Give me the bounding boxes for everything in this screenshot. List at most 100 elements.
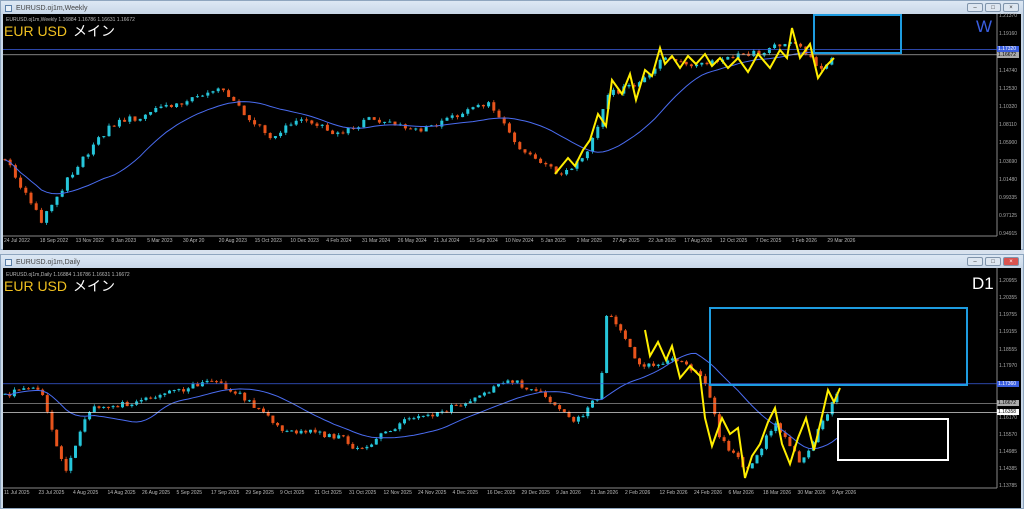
date-axis-label: 4 Feb 2024 — [326, 238, 352, 244]
weekly-symbol-label: EUR USD メイン — [4, 23, 116, 39]
candle-body — [450, 115, 454, 118]
candle-body — [268, 133, 272, 139]
close-button[interactable]: × — [1003, 3, 1019, 12]
date-axis-label: 13 Nov 2022 — [75, 238, 104, 244]
candle-body — [450, 404, 453, 413]
candle-body — [731, 56, 735, 59]
daily-chart[interactable] — [0, 268, 1024, 508]
candle-body — [92, 406, 96, 413]
candle-body — [767, 48, 771, 54]
candle-body — [273, 136, 277, 139]
date-axis-label: 8 Jan 2023 — [111, 238, 137, 244]
candle-body — [492, 102, 496, 111]
candle-body — [55, 429, 59, 447]
weekly-titlebar[interactable]: EURUSD.oj1m,Weekly – □ × — [1, 1, 1023, 15]
candle-body — [182, 389, 186, 392]
candle-body — [280, 425, 284, 431]
candle-body — [627, 84, 631, 87]
minimize-button[interactable]: – — [967, 257, 983, 266]
candle-body — [299, 430, 303, 434]
candle-body — [454, 404, 458, 406]
close-button[interactable]: × — [1003, 257, 1019, 266]
candle-body — [125, 401, 129, 407]
candle-body — [703, 376, 707, 384]
candle-body — [17, 389, 21, 391]
candle-body — [591, 400, 594, 408]
date-axis-label: 21 Jan 2026 — [590, 490, 619, 496]
candle-body — [31, 387, 35, 389]
date-axis-label: 26 Aug 2025 — [142, 490, 171, 496]
candle-body — [507, 123, 511, 133]
date-axis-label: 4 Aug 2025 — [73, 490, 99, 496]
candle-body — [106, 406, 110, 408]
candle-body — [276, 422, 280, 426]
candle-body — [50, 204, 54, 212]
candle-body — [243, 392, 247, 401]
candle-body — [97, 406, 101, 408]
date-axis-label: 10 Dec 2023 — [290, 238, 319, 244]
candle-body — [290, 430, 294, 432]
candle-body — [605, 315, 609, 373]
candle-body — [360, 447, 364, 449]
candle-body — [34, 203, 38, 210]
daily-titlebar[interactable]: EURUSD.oj1m,Daily – □ × — [1, 255, 1023, 269]
candle-body — [558, 405, 562, 410]
price-axis-label: 1.16170 — [999, 414, 1018, 421]
date-axis-label: 7 Dec 2025 — [755, 238, 782, 244]
date-axis-label: 12 Nov 2025 — [383, 490, 412, 496]
candle-body — [351, 443, 355, 449]
candle-body — [168, 390, 171, 394]
date-axis-label: 30 Apr 20 — [183, 238, 205, 244]
date-axis-label: 30 Mar 2026 — [797, 490, 826, 496]
minimize-button[interactable]: – — [967, 3, 983, 12]
candle-body — [315, 123, 319, 126]
candle-body — [611, 89, 615, 95]
candle-body — [144, 397, 148, 400]
candle-body — [565, 169, 569, 175]
candle-body — [609, 315, 613, 317]
price-axis-label: 1.20955 — [999, 278, 1018, 284]
candle-body — [478, 395, 482, 398]
candle-body — [518, 142, 522, 150]
candle-body — [685, 361, 688, 365]
date-axis-label: 21 Jul 2024 — [433, 238, 460, 244]
candle-body — [336, 132, 340, 135]
candle-body — [684, 61, 688, 65]
date-axis-label: 15 Oct 2023 — [254, 238, 282, 244]
candle-body — [186, 388, 190, 392]
candle-body — [398, 423, 402, 430]
candle-body — [409, 128, 413, 130]
candle-body — [797, 451, 801, 463]
date-axis-label: 4 Dec 2025 — [452, 490, 479, 496]
candle-body — [294, 430, 298, 434]
candle-body — [200, 382, 204, 387]
candle-body — [356, 447, 359, 449]
price-axis-label: 1.21370 — [999, 13, 1018, 19]
candle-body — [412, 418, 416, 420]
maximize-button[interactable]: □ — [985, 3, 1001, 12]
candle-body — [614, 316, 618, 325]
price-axis-label: 1.03690 — [999, 158, 1018, 165]
candle-body — [153, 397, 157, 399]
candle-body — [158, 394, 162, 398]
weekly-chart[interactable] — [0, 14, 1024, 250]
candle-body — [544, 162, 548, 165]
candle-body — [367, 117, 371, 120]
candle-body — [341, 132, 345, 134]
candle-body — [365, 446, 369, 449]
candle-body — [700, 62, 704, 65]
price-axis-label: 1.13785 — [999, 483, 1018, 489]
candle-body — [670, 358, 674, 361]
date-axis-label: 31 Oct 2025 — [349, 490, 377, 496]
candle-body — [163, 393, 167, 395]
candle-body — [128, 116, 132, 122]
candle-body — [726, 56, 730, 60]
maximize-button[interactable]: □ — [985, 257, 1001, 266]
candle-body — [211, 91, 215, 93]
candle-body — [279, 132, 283, 137]
candle-body — [149, 397, 153, 399]
candle-body — [39, 209, 43, 223]
candle-body — [262, 408, 265, 412]
date-axis-label: 9 Apr 2026 — [832, 490, 857, 496]
candle-body — [257, 407, 261, 409]
